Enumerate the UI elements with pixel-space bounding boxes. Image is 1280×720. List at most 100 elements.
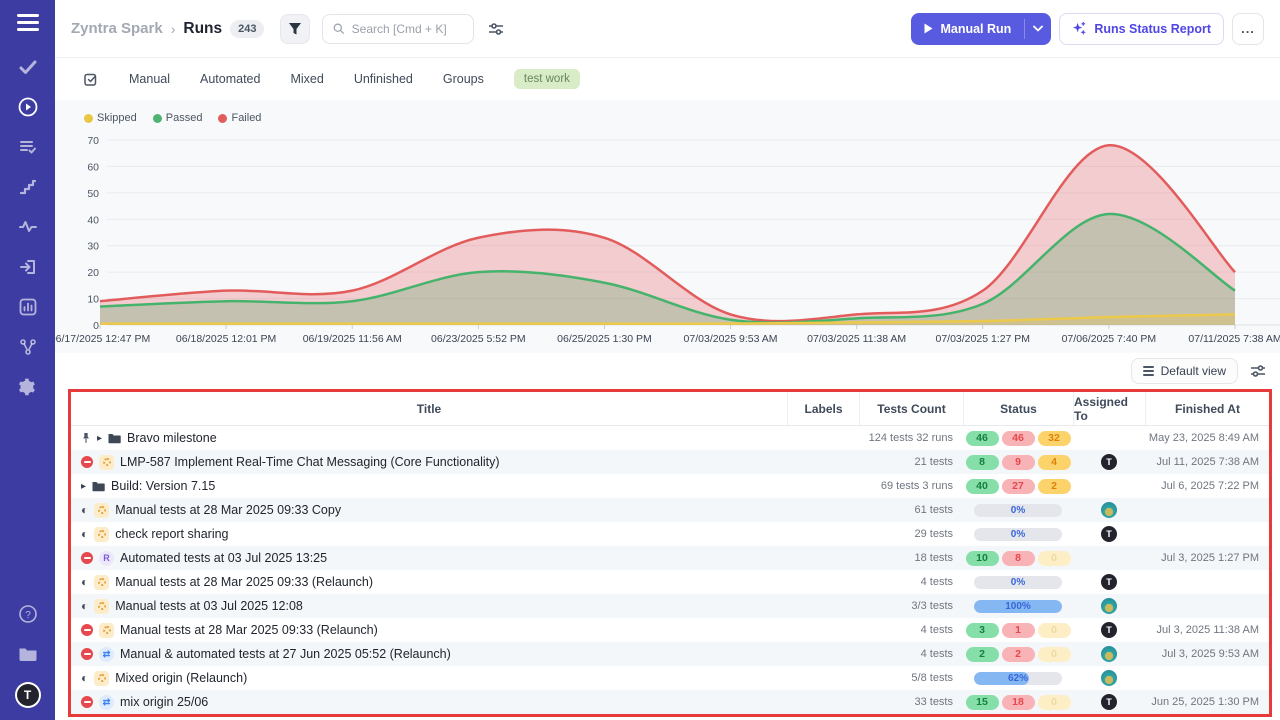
table-row[interactable]: ⇄Manual & automated tests at 27 Jun 2025… [71,642,1269,666]
tab-unfinished[interactable]: Unfinished [354,72,413,86]
table-row[interactable]: ◐check report sharing29 tests0%T [71,522,1269,546]
table-row[interactable]: ◐Manual tests at 28 Mar 2025 09:33 Copy6… [71,498,1269,522]
run-title[interactable]: Manual tests at 03 Jul 2025 12:08 [115,599,303,613]
run-title[interactable]: check report sharing [115,527,228,541]
run-title-cell[interactable]: ⇄mix origin 25/06 [71,690,787,714]
assignee-avatar[interactable]: T [1101,694,1117,710]
table-row[interactable]: ◐Manual tests at 28 Mar 2025 09:33 (Rela… [71,570,1269,594]
assignee-avatar[interactable] [1101,598,1117,614]
branch-icon[interactable] [16,335,40,359]
adjustments-icon[interactable] [488,21,504,37]
legend-failed: Failed [218,112,261,124]
gear-icon[interactable] [16,375,40,399]
menu-icon[interactable] [17,14,39,31]
bar-chart-icon[interactable] [16,295,40,319]
table-row[interactable]: ▸Build: Version 7.1569 tests 3 runs40272… [71,474,1269,498]
col-title[interactable]: Title [71,392,787,425]
play-circle-icon[interactable] [16,95,40,119]
table-row[interactable]: ⇄mix origin 25/0633 tests15180TJun 25, 2… [71,690,1269,714]
assigned-cell: T [1073,570,1145,594]
tab-manual[interactable]: Manual [129,72,170,86]
run-title-cell[interactable]: ⇄Manual & automated tests at 27 Jun 2025… [71,642,787,666]
run-title-cell[interactable]: ◐Manual tests at 03 Jul 2025 12:08 [71,594,787,618]
filter-button[interactable] [280,14,310,44]
finished-at-cell [1145,594,1269,618]
assignee-avatar[interactable] [1101,646,1117,662]
table-row[interactable]: ◐Mixed origin (Relaunch)5/8 tests62% [71,666,1269,690]
tests-count-cell: 33 tests [859,690,963,714]
table-row[interactable]: Manual tests at 28 Mar 2025 09:33 (Relau… [71,618,1269,642]
run-title[interactable]: Manual & automated tests at 27 Jun 2025 … [120,647,451,661]
table-row[interactable]: ◐Manual tests at 03 Jul 2025 12:083/3 te… [71,594,1269,618]
assignee-avatar[interactable] [1101,502,1117,518]
col-status[interactable]: Status [963,392,1073,425]
check-icon[interactable] [16,55,40,79]
finished-at-cell: Jul 3, 2025 9:53 AM [1145,642,1269,666]
svg-text:?: ? [25,610,31,621]
col-labels[interactable]: Labels [787,392,859,425]
col-tests-count[interactable]: Tests Count [859,392,963,425]
progress-bar: 0% [974,576,1062,589]
run-title[interactable]: Bravo milestone [127,431,217,445]
run-title-cell[interactable]: ◐check report sharing [71,522,787,546]
run-title[interactable]: LMP-587 Implement Real-Time Chat Messagi… [120,455,500,469]
assigned-cell [1073,546,1145,570]
run-title[interactable]: mix origin 25/06 [120,695,208,709]
status-cell: 1080 [963,546,1073,570]
tab-automated[interactable]: Automated [200,72,260,86]
runs-area-chart[interactable]: 01020304050607006/17/2025 12:47 PM06/18/… [55,128,1280,353]
run-title[interactable]: Manual tests at 28 Mar 2025 09:33 (Relau… [120,623,378,637]
expand-chevron-icon[interactable]: ▸ [81,481,86,492]
run-title-cell[interactable]: ◐Manual tests at 28 Mar 2025 09:33 (Rela… [71,570,787,594]
runs-status-report-button[interactable]: Runs Status Report [1059,13,1224,45]
search-box[interactable] [322,14,474,44]
assignee-avatar[interactable]: T [1101,526,1117,542]
default-view-button[interactable]: Default view [1131,358,1238,384]
run-title[interactable]: Automated tests at 03 Jul 2025 13:25 [120,551,327,565]
table-row[interactable]: RAutomated tests at 03 Jul 2025 13:2518 … [71,546,1269,570]
run-title-cell[interactable]: ◐Manual tests at 28 Mar 2025 09:33 Copy [71,498,787,522]
status-pill: 1 [1002,623,1035,638]
manual-run-type-icon [94,527,109,542]
assignee-avatar[interactable]: T [1101,454,1117,470]
assignee-avatar[interactable]: T [1101,622,1117,638]
column-settings-icon[interactable] [1250,363,1266,379]
pulse-icon[interactable] [16,215,40,239]
milestones-icon[interactable] [16,175,40,199]
run-title-cell[interactable]: RAutomated tests at 03 Jul 2025 13:25 [71,546,787,570]
run-title-cell[interactable]: Manual tests at 28 Mar 2025 09:33 (Relau… [71,618,787,642]
tab-mixed[interactable]: Mixed [290,72,323,86]
table-row[interactable]: ▸Bravo milestone124 tests 32 runs464632M… [71,426,1269,450]
assignee-avatar[interactable]: T [1101,574,1117,590]
more-button[interactable]: ... [1232,13,1264,45]
table-row[interactable]: LMP-587 Implement Real-Time Chat Messagi… [71,450,1269,474]
search-input[interactable] [352,22,464,36]
manual-run-button[interactable]: Manual Run [911,13,1051,45]
breadcrumb-parent[interactable]: Zyntra Spark [71,20,163,37]
run-title-cell[interactable]: LMP-587 Implement Real-Time Chat Messagi… [71,450,787,474]
col-finished-at[interactable]: Finished At [1145,392,1269,425]
svg-text:07/11/2025 7:38 AM: 07/11/2025 7:38 AM [1188,333,1280,345]
run-title-cell[interactable]: ▸ Build: Version 7.15 [71,474,787,498]
manual-run-caret[interactable] [1025,13,1051,45]
list-check-icon[interactable] [16,135,40,159]
help-icon[interactable]: ? [16,602,40,626]
expand-chevron-icon[interactable]: ▸ [97,433,102,444]
progress-bar: 0% [974,528,1062,541]
run-title[interactable]: Mixed origin (Relaunch) [115,671,247,685]
col-assigned-to[interactable]: Assigned To [1073,392,1145,425]
sign-in-icon[interactable] [16,255,40,279]
run-title-cell[interactable]: ▸ Bravo milestone [71,426,787,450]
status-pill: 0 [1038,551,1071,566]
assignee-avatar[interactable] [1101,670,1117,686]
select-runs-icon[interactable] [83,71,99,87]
projects-folder-icon[interactable] [16,642,40,666]
run-title-cell[interactable]: ◐Mixed origin (Relaunch) [71,666,787,690]
workspace-avatar[interactable]: T [15,682,41,708]
tab-groups[interactable]: Groups [443,72,484,86]
tag-test-work[interactable]: test work [514,69,580,89]
run-title[interactable]: Build: Version 7.15 [111,479,215,493]
run-title[interactable]: Manual tests at 28 Mar 2025 09:33 Copy [115,503,341,517]
legend-passed: Passed [153,112,203,124]
run-title[interactable]: Manual tests at 28 Mar 2025 09:33 (Relau… [115,575,373,589]
